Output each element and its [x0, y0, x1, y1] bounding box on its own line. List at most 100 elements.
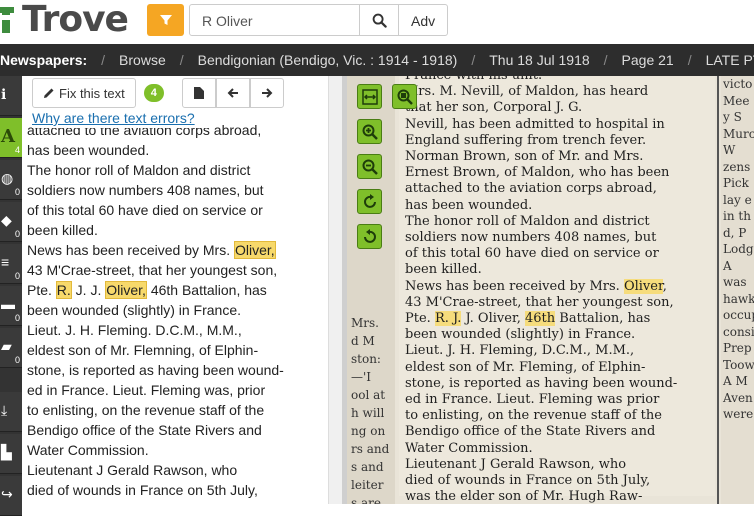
text-line: The honor roll of Maldon and district — [405, 214, 715, 230]
arrow-right-icon — [261, 88, 273, 98]
sidebar-item-globe[interactable]: ◍ 0 — [0, 160, 22, 200]
breadcrumb-item[interactable]: Thu 18 Jul 1918 — [489, 52, 589, 68]
zoom-area-button[interactable] — [392, 84, 417, 109]
text-line: has been wounded. — [27, 140, 317, 160]
scan-fragment: ng on — [351, 424, 386, 438]
search-highlight: Oliver, — [233, 241, 276, 259]
filter-icon — [159, 15, 172, 25]
search-highlight: 46th — [525, 311, 556, 327]
sidebar-item-comment[interactable]: ▬ 0 — [0, 286, 22, 326]
text-segment: Water Commission. — [405, 440, 533, 456]
text-line: Ernest Brown, of Maldon, who has been — [405, 165, 715, 181]
breadcrumb-item[interactable]: Page 21 — [622, 52, 674, 68]
site-header: Trove R Oliver Adv — [0, 0, 754, 44]
sidebar-item-cart[interactable]: ▙ — [0, 434, 22, 474]
text-line: The honor roll of Maldon and district — [27, 160, 317, 180]
scan-fragment: Prep — [723, 341, 752, 355]
breadcrumb-separator: / — [687, 52, 692, 68]
share-icon: ↪ — [1, 486, 13, 502]
scan-fragment: occup — [723, 308, 754, 322]
sidebar-item-count: 0 — [14, 271, 20, 281]
search-button[interactable] — [359, 4, 399, 36]
zoom-out-button[interactable] — [357, 154, 382, 179]
sidebar-item-text[interactable]: A4 — [0, 118, 22, 158]
text-line: was the elder son of Mr. Hugh Raw- — [27, 500, 317, 504]
article-page-button[interactable] — [181, 78, 216, 108]
zoom-in-button[interactable] — [357, 119, 382, 144]
text-segment: ed in France. Lieut. Fleming was prior — [405, 392, 660, 408]
breadcrumb-item[interactable]: Bendigonian (Bendigo, Vic. : 1914 - 1918… — [198, 52, 458, 68]
text-line: Nevill, has been admitted to hospital in — [405, 117, 715, 133]
scan-column-rule — [717, 76, 719, 504]
text-segment: Mrs. M. Nevill, of Maldon, has heard — [405, 84, 649, 100]
advanced-search-button[interactable]: Adv — [398, 4, 448, 36]
sidebar-item-list[interactable]: ≡ 0 — [0, 244, 22, 284]
text-line: Norman Brown, son of Mr. and Mrs. — [405, 149, 715, 165]
text-errors-help-link[interactable]: Why are there text errors? — [32, 110, 212, 128]
scan-fragment: y S — [723, 110, 742, 124]
rotate-right-button[interactable] — [357, 189, 382, 214]
text-segment: to enlisting, on the revenue staff of th… — [405, 408, 662, 424]
scan-fragment: hawk — [723, 291, 754, 306]
fit-width-icon — [361, 88, 378, 105]
text-segment: of this total 60 have died on service or — [27, 202, 263, 218]
rotate-left-button[interactable] — [357, 224, 382, 249]
filter-button[interactable] — [147, 4, 184, 36]
tag-icon: ◆ — [1, 212, 12, 228]
list-icon: ≡ — [1, 254, 10, 270]
scan-fragment: A — [723, 258, 732, 273]
previous-article-button[interactable] — [215, 78, 250, 108]
text-line: Lieutenant J Gerald Rawson, who — [27, 460, 317, 480]
text-segment: died of wounds in France on 5th July, — [27, 482, 258, 498]
text-segment: was the elder son of Mr. Hugh Raw- — [405, 489, 643, 504]
text-line: eldest son of Mr. Flemning, of Elphin- — [27, 340, 317, 360]
breadcrumb-item[interactable]: Newspapers: — [0, 52, 87, 68]
sidebar-item-count: 0 — [14, 229, 20, 239]
text-segment: died of wounds in France on 5th July, — [405, 473, 651, 489]
ocr-text-panel: attached to the aviation corps abroad, ha… — [22, 76, 342, 504]
text-segment: Battalion, has — [555, 311, 651, 327]
text-line: Water Commission. — [405, 441, 715, 457]
breadcrumb-separator: / — [101, 52, 106, 68]
sidebar-item-tag[interactable]: ◆ 0 — [0, 202, 22, 242]
text-panel-scrollbar[interactable] — [328, 76, 342, 504]
text-segment: soldiers now numbers 408 names, but — [27, 182, 264, 198]
scan-fragment: were — [723, 407, 754, 421]
sidebar-item-download[interactable]: ⤓ — [0, 392, 22, 432]
text-line: attached to the aviation corps abroad, — [405, 181, 715, 197]
text-line: to enlisting, on the revenue staff of th… — [405, 408, 715, 424]
zoom-in-icon — [362, 124, 378, 140]
text-line: Water Commission. — [27, 440, 317, 460]
search-highlight: Oliver — [623, 278, 663, 294]
next-article-button[interactable] — [249, 78, 284, 108]
fix-text-button[interactable]: Fix this text — [32, 78, 136, 108]
search-highlight: Oliver, — [105, 281, 147, 299]
text-line: eldest son of Mr. Fleming, of Elphin- — [405, 360, 715, 376]
text-toolbar: Fix this text 4 — [32, 78, 284, 108]
text-segment: that her son, Corporal J. G. — [405, 100, 583, 116]
breadcrumb-item[interactable]: Browse — [119, 52, 166, 68]
text-line: stone, is reported as having been wound- — [405, 376, 715, 392]
globe-icon: ◍ — [1, 170, 14, 186]
text-segment: Water Commission. — [27, 442, 149, 458]
text-line: died of wounds in France on 5th July, — [27, 480, 317, 500]
scan-fragment: Aven — [723, 390, 753, 405]
scan-fragment: s and — [351, 460, 384, 474]
viewer-tools — [357, 84, 417, 264]
text-segment: has been wounded. — [405, 197, 533, 213]
trove-logo[interactable]: Trove — [0, 0, 129, 40]
scan-fragment: lay e — [723, 192, 752, 207]
search-input[interactable]: R Oliver — [189, 4, 360, 36]
sidebar-item-info[interactable]: ℹ — [0, 76, 22, 116]
sidebar-item-folder[interactable]: ▰ 0 — [0, 328, 22, 368]
article-nav-group — [181, 78, 284, 108]
scan-fragment: was — [723, 275, 747, 289]
sidebar-item-share[interactable]: ↪ — [0, 476, 22, 516]
text-segment: Lieut. J. H. Fleming, D.C.M., M.M., — [405, 343, 635, 359]
fit-width-button[interactable] — [357, 84, 382, 109]
text-segment: Lieutenant J Gerald Rawson, who — [27, 462, 238, 478]
text-segment: J. J. — [71, 282, 106, 298]
text-segment: Lieutenant J Gerald Rawson, who — [405, 456, 627, 472]
text-segment: 46th Battalion, has — [146, 282, 267, 298]
text-segment: Bendigo office of the State Rivers and — [405, 424, 656, 440]
